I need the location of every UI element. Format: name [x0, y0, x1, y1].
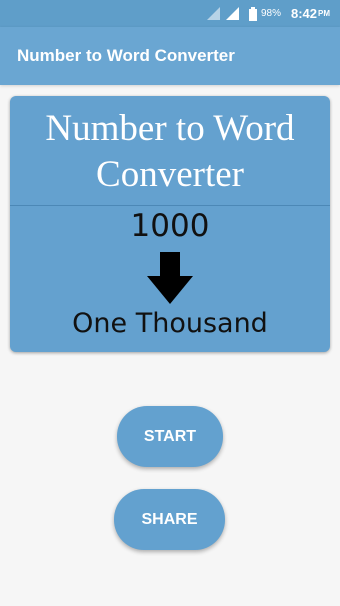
clock-ampm: PM — [318, 9, 330, 18]
app-title: Number to Word Converter — [17, 46, 235, 65]
arrow-down-icon — [147, 252, 193, 304]
banner-title-line1: Number to Word — [45, 108, 295, 149]
banner-title: Number to Word Converter — [10, 106, 330, 198]
app-bar: Number to Word Converter — [0, 27, 340, 85]
signal-icon — [225, 7, 239, 20]
start-button[interactable]: START — [117, 406, 223, 467]
converter-banner: Number to Word Converter 1000 One Thousa… — [10, 96, 330, 352]
status-bar: 98% 8:42 PM — [0, 0, 340, 27]
clock-time: 8:42 — [290, 6, 317, 21]
banner-number: 1000 — [130, 208, 210, 244]
signal-icon — [206, 7, 220, 20]
battery-icon — [248, 6, 257, 21]
share-button[interactable]: SHARE — [114, 489, 225, 550]
banner-title-line2: Converter — [96, 154, 244, 195]
banner-divider — [10, 205, 330, 206]
battery-percent: 98% — [260, 8, 281, 19]
banner-words: One Thousand — [72, 308, 268, 339]
